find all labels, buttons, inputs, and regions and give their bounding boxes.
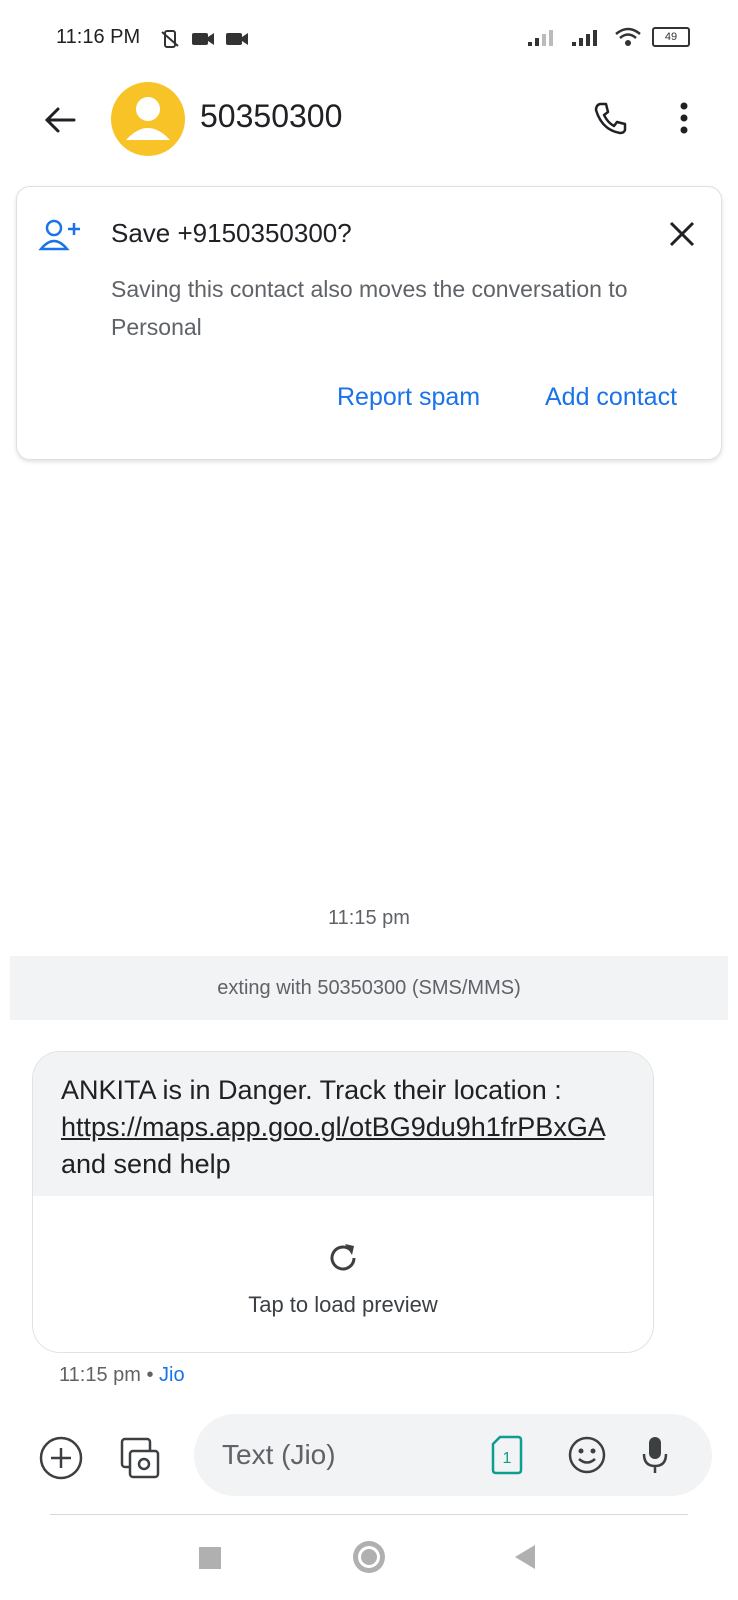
person-icon [126,97,170,140]
conversation-timestamp: 11:15 pm [328,907,410,929]
nav-back-icon[interactable] [510,1542,540,1572]
mute-vibrate-icon [161,30,179,48]
video-icon [192,33,214,45]
emoji-icon[interactable] [566,1434,608,1476]
sim-number: 1 [503,1450,512,1467]
status-time: 11:16 PM [56,26,141,48]
message-time: 11:15 pm [59,1364,141,1386]
banner-title: Save +9150350300? [111,218,352,248]
contact-title[interactable]: 50350300 [200,98,342,135]
message-text-after: and send help [61,1149,231,1179]
recents-icon[interactable] [196,1544,224,1572]
tap-to-load-preview[interactable]: Tap to load preview [33,1292,653,1318]
status-right-icons: 49 [526,26,690,48]
compose-bar: 1 [194,1414,712,1496]
message-meta-separator: • [140,1364,160,1386]
add-attachment-icon[interactable] [38,1435,84,1481]
sms-notice: exting with 50350300 (SMS/MMS) [217,977,521,999]
avatar[interactable] [111,82,185,156]
video-icon-2 [226,33,248,45]
battery-icon: 49 [652,27,690,47]
add-contact-button[interactable]: Add contact [545,383,677,412]
back-arrow-icon[interactable] [40,100,80,140]
signal-icon-2 [572,30,597,46]
message-input[interactable] [220,1436,474,1474]
message-text-before: ANKITA is in Danger. Track their locatio… [61,1075,562,1105]
sim-card-icon: 1 [491,1435,523,1475]
report-spam-button[interactable]: Report spam [337,383,480,412]
signal-icon [528,30,553,46]
home-icon[interactable] [350,1538,388,1576]
message-meta: 11:15 pm • Jio [59,1364,185,1387]
more-vert-icon[interactable] [672,98,696,138]
divider [50,1514,688,1515]
banner-body: Saving this contact also moves the conve… [111,276,628,340]
message-carrier: Jio [159,1364,185,1386]
message-bubble[interactable]: ANKITA is in Danger. Track their locatio… [32,1051,654,1353]
wifi-icon [615,27,641,46]
gallery-icon[interactable] [116,1435,162,1481]
message-link[interactable]: https://maps.app.goo.gl/otBG9du9h1frPBxG… [61,1112,604,1142]
close-icon[interactable] [666,218,698,250]
refresh-icon[interactable] [325,1240,361,1276]
phone-icon[interactable] [590,98,630,138]
add-person-icon [38,219,80,251]
status-left-icons [158,28,250,50]
sim-selector[interactable]: 1 [490,1434,524,1476]
mic-icon[interactable] [640,1434,670,1476]
message-text: ANKITA is in Danger. Track their locatio… [61,1072,631,1183]
